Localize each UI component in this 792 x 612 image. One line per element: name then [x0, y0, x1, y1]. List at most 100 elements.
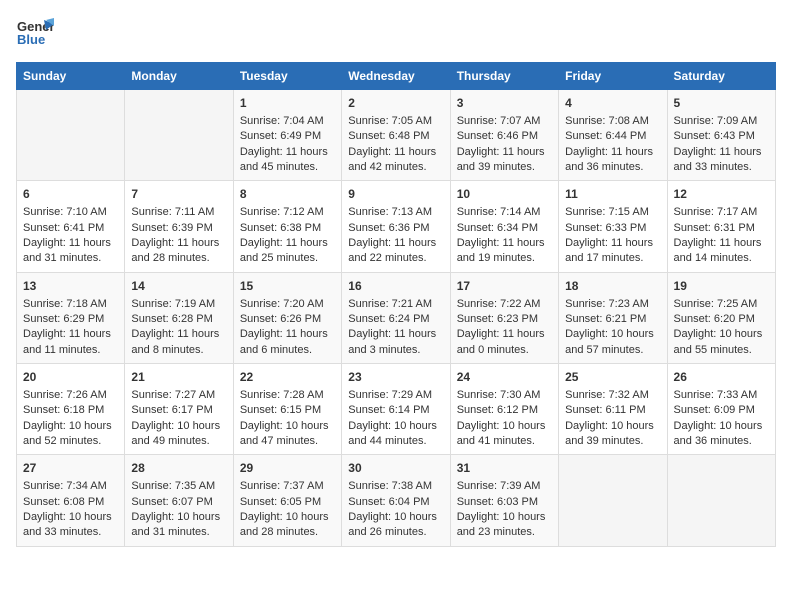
calendar-cell: 10Sunrise: 7:14 AMSunset: 6:34 PMDayligh…: [450, 181, 558, 272]
day-header-thursday: Thursday: [450, 63, 558, 90]
calendar-cell: [17, 90, 125, 181]
calendar-cell: 24Sunrise: 7:30 AMSunset: 6:12 PMDayligh…: [450, 364, 558, 455]
calendar-cell: 26 Sunrise: 7:33 AM Sunset: 6:09 PM Dayligh…: [667, 364, 775, 455]
daylight: Daylight: 10 hours and 55 minutes.: [674, 328, 763, 355]
logo-icon: General Blue: [16, 16, 54, 54]
sunrise: Sunrise: 7:33 AM: [674, 389, 758, 401]
daylight: Daylight: 11 hours and 8 minutes.: [131, 328, 219, 355]
calendar-cell: 3Sunrise: 7:07 AMSunset: 6:46 PMDaylight…: [450, 90, 558, 181]
sunrise: Sunrise: 7:08 AM: [565, 115, 649, 127]
logo: General Blue: [16, 16, 54, 54]
day-header-monday: Monday: [125, 63, 233, 90]
sunset: Sunset: 6:14 PM: [348, 404, 429, 416]
calendar-cell: [125, 90, 233, 181]
calendar-cell: 16Sunrise: 7:21 AMSunset: 6:24 PMDayligh…: [342, 272, 450, 363]
day-number: 7: [131, 186, 226, 203]
day-number: 15: [240, 278, 335, 295]
day-number: 8: [240, 186, 335, 203]
day-number: 13: [23, 278, 118, 295]
sunset: Sunset: 6:43 PM: [674, 130, 755, 142]
calendar-cell: 31Sunrise: 7:39 AMSunset: 6:03 PMDayligh…: [450, 455, 558, 546]
calendar-cell: 22Sunrise: 7:28 AMSunset: 6:15 PMDayligh…: [233, 364, 341, 455]
daylight: Daylight: 11 hours and 3 minutes.: [348, 328, 436, 355]
calendar-cell: [559, 455, 667, 546]
day-header-tuesday: Tuesday: [233, 63, 341, 90]
sunset: Sunset: 6:33 PM: [565, 222, 646, 234]
day-number: 25: [565, 369, 660, 386]
day-number: 29: [240, 460, 335, 477]
day-header-wednesday: Wednesday: [342, 63, 450, 90]
sunset: Sunset: 6:15 PM: [240, 404, 321, 416]
daylight: Daylight: 10 hours and 36 minutes.: [674, 420, 763, 447]
sunset: Sunset: 6:07 PM: [131, 496, 212, 508]
sunset: Sunset: 6:18 PM: [23, 404, 104, 416]
daylight: Daylight: 11 hours and 31 minutes.: [23, 237, 111, 264]
day-number: 14: [131, 278, 226, 295]
daylight: Daylight: 10 hours and 28 minutes.: [240, 511, 329, 538]
sunrise: Sunrise: 7:11 AM: [131, 206, 214, 218]
daylight: Daylight: 10 hours and 47 minutes.: [240, 420, 329, 447]
sunset: Sunset: 6:21 PM: [565, 313, 646, 325]
day-number: 22: [240, 369, 335, 386]
daylight: Daylight: 10 hours and 44 minutes.: [348, 420, 437, 447]
day-number: 23: [348, 369, 443, 386]
sunrise: Sunrise: 7:04 AM: [240, 115, 324, 127]
daylight: Daylight: 10 hours and 26 minutes.: [348, 511, 437, 538]
calendar-cell: 21Sunrise: 7:27 AMSunset: 6:17 PMDayligh…: [125, 364, 233, 455]
day-header-saturday: Saturday: [667, 63, 775, 90]
sunset: Sunset: 6:20 PM: [674, 313, 755, 325]
sunrise: Sunrise: 7:38 AM: [348, 480, 432, 492]
sunset: Sunset: 6:46 PM: [457, 130, 538, 142]
daylight: Daylight: 11 hours and 28 minutes.: [131, 237, 219, 264]
sunset: Sunset: 6:04 PM: [348, 496, 429, 508]
day-number: 30: [348, 460, 443, 477]
calendar-cell: 5Sunrise: 7:09 AMSunset: 6:43 PMDaylight…: [667, 90, 775, 181]
sunrise: Sunrise: 7:27 AM: [131, 389, 215, 401]
sunrise: Sunrise: 7:07 AM: [457, 115, 541, 127]
calendar-cell: 27Sunrise: 7:34 AMSunset: 6:08 PMDayligh…: [17, 455, 125, 546]
day-number: 26: [674, 369, 769, 386]
sunrise: Sunrise: 7:05 AM: [348, 115, 432, 127]
sunrise: Sunrise: 7:15 AM: [565, 206, 649, 218]
daylight: Daylight: 11 hours and 19 minutes.: [457, 237, 545, 264]
page-header: General Blue: [16, 16, 776, 54]
calendar-cell: 11Sunrise: 7:15 AMSunset: 6:33 PMDayligh…: [559, 181, 667, 272]
day-number: 28: [131, 460, 226, 477]
day-number: 10: [457, 186, 552, 203]
sunrise: Sunrise: 7:12 AM: [240, 206, 324, 218]
calendar-cell: 2Sunrise: 7:05 AMSunset: 6:48 PMDaylight…: [342, 90, 450, 181]
day-number: 17: [457, 278, 552, 295]
calendar-cell: 14Sunrise: 7:19 AMSunset: 6:28 PMDayligh…: [125, 272, 233, 363]
day-number: 16: [348, 278, 443, 295]
sunset: Sunset: 6:08 PM: [23, 496, 104, 508]
sunset: Sunset: 6:05 PM: [240, 496, 321, 508]
sunset: Sunset: 6:12 PM: [457, 404, 538, 416]
calendar-cell: 15Sunrise: 7:20 AMSunset: 6:26 PMDayligh…: [233, 272, 341, 363]
sunrise: Sunrise: 7:13 AM: [348, 206, 432, 218]
day-number: 2: [348, 95, 443, 112]
daylight: Daylight: 10 hours and 33 minutes.: [23, 511, 112, 538]
daylight: Daylight: 11 hours and 11 minutes.: [23, 328, 111, 355]
calendar-cell: 12Sunrise: 7:17 AMSunset: 6:31 PMDayligh…: [667, 181, 775, 272]
day-number: 3: [457, 95, 552, 112]
sunrise: Sunrise: 7:32 AM: [565, 389, 649, 401]
day-number: 21: [131, 369, 226, 386]
daylight: Daylight: 11 hours and 6 minutes.: [240, 328, 328, 355]
calendar-cell: 28Sunrise: 7:35 AMSunset: 6:07 PMDayligh…: [125, 455, 233, 546]
sunrise: Sunrise: 7:21 AM: [348, 298, 432, 310]
daylight: Daylight: 11 hours and 22 minutes.: [348, 237, 436, 264]
daylight: Daylight: 10 hours and 57 minutes.: [565, 328, 654, 355]
daylight: Daylight: 10 hours and 41 minutes.: [457, 420, 546, 447]
sunset: Sunset: 6:39 PM: [131, 222, 212, 234]
daylight: Daylight: 10 hours and 52 minutes.: [23, 420, 112, 447]
sunset: Sunset: 6:34 PM: [457, 222, 538, 234]
daylight: Daylight: 11 hours and 0 minutes.: [457, 328, 545, 355]
sunset: Sunset: 6:31 PM: [674, 222, 755, 234]
calendar-table: SundayMondayTuesdayWednesdayThursdayFrid…: [16, 62, 776, 547]
calendar-cell: 6Sunrise: 7:10 AMSunset: 6:41 PMDaylight…: [17, 181, 125, 272]
calendar-cell: 20Sunrise: 7:26 AMSunset: 6:18 PMDayligh…: [17, 364, 125, 455]
sunrise: Sunrise: 7:23 AM: [565, 298, 649, 310]
sunset: Sunset: 6:09 PM: [674, 404, 755, 416]
sunset: Sunset: 6:36 PM: [348, 222, 429, 234]
sunrise: Sunrise: 7:26 AM: [23, 389, 107, 401]
